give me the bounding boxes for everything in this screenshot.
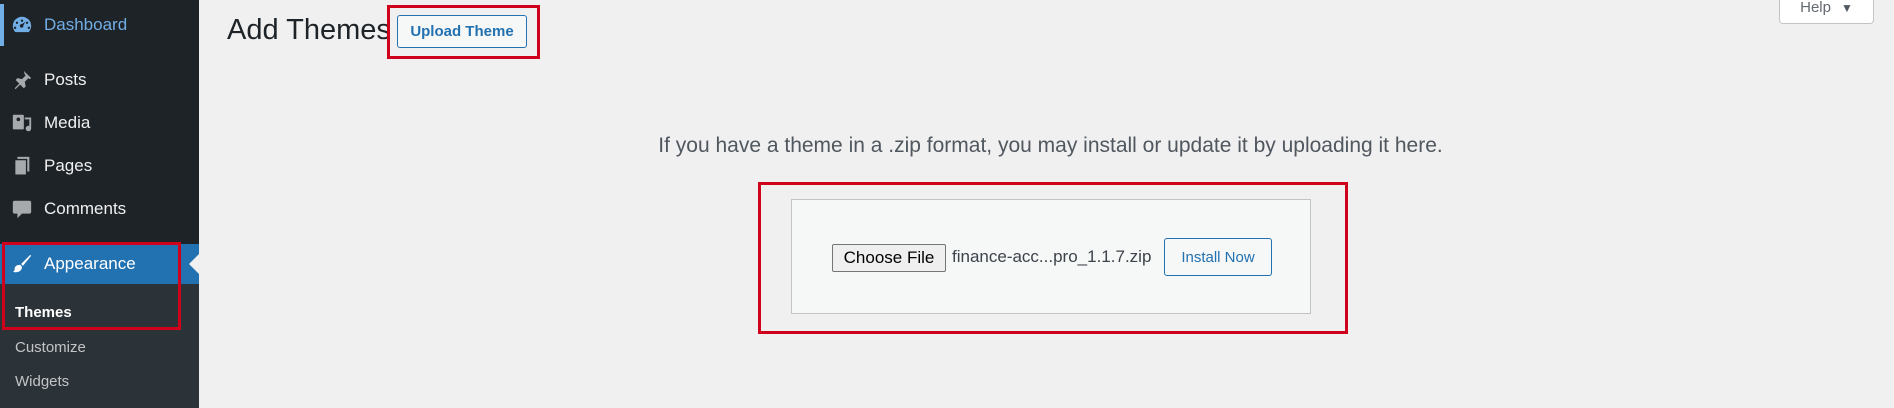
sidebar-item-label: Appearance xyxy=(44,254,136,273)
sidebar-item-label: Pages xyxy=(44,156,93,175)
theme-upload-form: Choose File finance-acc...pro_1.1.7.zip … xyxy=(791,199,1311,314)
sidebar-item-comments[interactable]: Comments xyxy=(0,188,199,230)
upload-theme-button[interactable]: Upload Theme xyxy=(397,15,527,48)
sidebar-item-label: Dashboard xyxy=(44,15,128,34)
help-tab-button[interactable]: Help ▼ xyxy=(1779,0,1874,24)
help-label: Help xyxy=(1800,0,1831,16)
sidebar-item-dashboard[interactable]: Dashboard xyxy=(0,4,199,46)
upload-instructions: If you have a theme in a .zip format, yo… xyxy=(658,134,1443,157)
submenu-item-customize[interactable]: Customize xyxy=(15,339,86,356)
submenu-item-widgets[interactable]: Widgets xyxy=(15,373,69,390)
sidebar-item-label: Media xyxy=(44,113,91,132)
comment-icon xyxy=(10,197,34,221)
choose-file-button[interactable]: Choose File xyxy=(832,244,946,272)
install-now-button[interactable]: Install Now xyxy=(1164,238,1272,276)
appearance-submenu: Themes Customize Widgets xyxy=(0,284,199,408)
sidebar-item-appearance[interactable]: Appearance xyxy=(0,244,199,284)
sidebar-item-label: Comments xyxy=(44,199,127,218)
media-icon xyxy=(10,111,34,135)
page-title: Add Themes xyxy=(227,14,391,46)
sidebar-item-posts[interactable]: Posts xyxy=(0,59,199,101)
caret-down-icon: ▼ xyxy=(1840,0,1853,15)
admin-sidebar: Dashboard Posts Media Pages Comments App… xyxy=(0,0,199,408)
sidebar-item-label: Posts xyxy=(44,70,87,89)
dashboard-icon xyxy=(10,13,34,37)
current-menu-arrow xyxy=(189,254,199,274)
pin-icon xyxy=(10,68,34,92)
submenu-item-themes[interactable]: Themes xyxy=(15,304,72,321)
paintbrush-icon xyxy=(10,252,34,276)
selected-file-name: finance-acc...pro_1.1.7.zip xyxy=(952,247,1152,266)
